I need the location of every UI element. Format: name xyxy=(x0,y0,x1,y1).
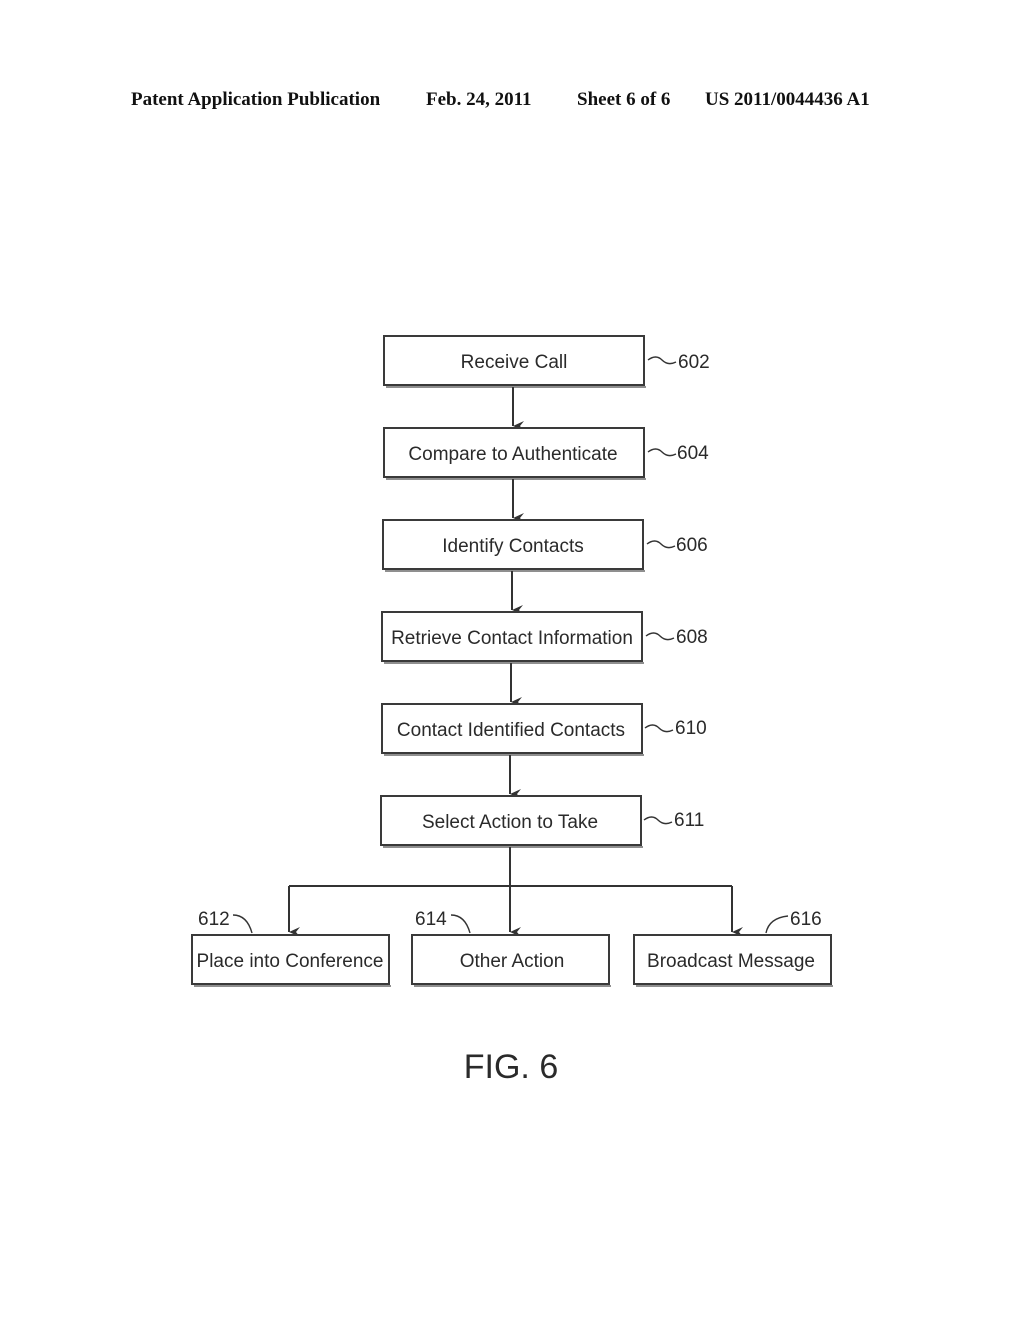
step-606: Identify Contacts 606 xyxy=(382,519,708,572)
ref-number: 610 xyxy=(675,718,707,739)
step-label: Select Action to Take xyxy=(422,812,598,833)
action-612: Place into Conference 612 xyxy=(191,909,391,987)
step-label: Receive Call xyxy=(461,352,568,373)
step-611: Select Action to Take 611 xyxy=(380,795,704,848)
figure-caption: FIG. 6 xyxy=(464,1048,558,1086)
step-608: Retrieve Contact Information 608 xyxy=(381,611,708,664)
step-610: Contact Identified Contacts 610 xyxy=(381,703,707,756)
step-label: Contact Identified Contacts xyxy=(397,720,625,741)
ref-number: 614 xyxy=(415,909,447,930)
ref-number: 602 xyxy=(678,352,710,373)
ref-number: 611 xyxy=(674,810,704,831)
action-614: Other Action 614 xyxy=(411,909,611,987)
action-label: Place into Conference xyxy=(197,951,384,972)
action-label: Broadcast Message xyxy=(647,951,815,972)
step-label: Retrieve Contact Information xyxy=(391,628,633,649)
step-label: Identify Contacts xyxy=(442,536,584,557)
ref-number: 606 xyxy=(676,535,708,556)
ref-number: 616 xyxy=(790,909,822,930)
ref-number: 604 xyxy=(677,443,709,464)
step-602: Receive Call 602 xyxy=(383,335,710,388)
step-label: Compare to Authenticate xyxy=(408,444,617,465)
flowchart: Receive Call 602 Compare to Authenticate… xyxy=(191,335,833,1086)
ref-number: 608 xyxy=(676,627,708,648)
action-616: Broadcast Message 616 xyxy=(633,909,833,987)
action-label: Other Action xyxy=(460,951,565,972)
ref-number: 612 xyxy=(198,909,230,930)
step-604: Compare to Authenticate 604 xyxy=(383,427,709,480)
